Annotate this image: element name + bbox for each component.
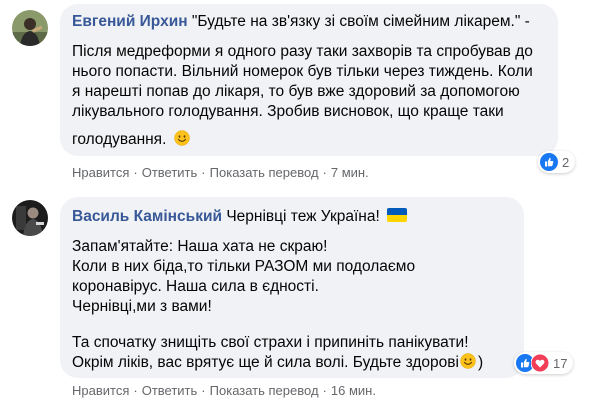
comment-text-line: голодування. <box>72 130 190 150</box>
comment-bubble: Василь Камінський Чернівці теж Україна! … <box>60 197 524 378</box>
love-icon <box>531 354 549 372</box>
avatar[interactable] <box>12 10 48 46</box>
separator: · <box>322 165 327 180</box>
comment-text-line: Запам'ятайте: Наша хата не скраю! <box>72 238 328 255</box>
comment-header-text: Чернівці теж Україна! <box>226 208 380 225</box>
comment-header: Василь Камінський Чернівці теж Україна! <box>72 207 408 227</box>
comment-text-line: Після медреформи я одного разу таки захв… <box>72 43 533 60</box>
translate-button[interactable]: Показать перевод <box>210 383 319 398</box>
like-icon <box>540 153 558 171</box>
reactions-summary[interactable]: 17 <box>514 352 574 374</box>
comment-text-fragment: Окрім ліків, вас врятує ще й сила волі. … <box>72 354 459 371</box>
comment-bubble: Евгений Ирхин "Будьте на зв'язку зі свої… <box>60 4 558 156</box>
comment-header-text: "Будьте на зв'язку зі своїм сімейним лік… <box>191 13 530 30</box>
comment-author[interactable]: Василь Камінський <box>72 208 222 225</box>
separator: · <box>133 165 138 180</box>
separator: · <box>201 165 206 180</box>
comment-text-line: Коли в них біда,то тільки РАЗОМ ми подол… <box>72 258 416 275</box>
comment-text-line: коронавірус. Наша сила в єдності. <box>72 278 319 295</box>
reactions-summary[interactable]: 2 <box>538 151 576 173</box>
translate-button[interactable]: Показать перевод <box>210 165 319 180</box>
comment-header: Евгений Ирхин "Будьте на зв'язку зі свої… <box>72 12 530 32</box>
comment-actions: Нравится · Ответить · Показать перевод · 7 мин… <box>72 165 369 181</box>
like-button[interactable]: Нравится <box>72 383 129 398</box>
comment-text-line: Окрім ліків, вас врятує ще й сила волі. … <box>72 353 483 373</box>
comments-section: Евгений Ирхин "Будьте на зв'язку зі свої… <box>0 0 612 411</box>
reply-button[interactable]: Ответить <box>142 383 198 398</box>
comment-text-fragment: ) <box>477 354 484 371</box>
comment-author[interactable]: Евгений Ирхин <box>72 13 188 30</box>
ukraine-flag-icon <box>387 208 408 222</box>
timestamp[interactable]: 16 мин. <box>331 383 376 398</box>
comment-text-fragment: голодування. <box>72 131 167 148</box>
smile-emoji-icon <box>460 353 476 369</box>
separator: · <box>133 383 138 398</box>
like-button[interactable]: Нравится <box>72 165 129 180</box>
comment-text-line: я нарешті попав до лікаря, то був вже зд… <box>72 83 520 100</box>
avatar[interactable] <box>12 200 48 236</box>
reaction-count: 17 <box>553 355 568 371</box>
comment-text-line: Чернівці,ми з вами! <box>72 298 212 315</box>
timestamp[interactable]: 7 мин. <box>331 165 369 180</box>
smile-emoji-icon <box>173 130 190 146</box>
reply-button[interactable]: Ответить <box>142 165 198 180</box>
separator: · <box>322 383 327 398</box>
comment-text-line: нього попасти. Вільний номерок був тільк… <box>72 63 533 80</box>
separator: · <box>201 383 206 398</box>
reaction-count: 2 <box>562 154 570 170</box>
comment-text-line: лікувального голодування. Зробив висново… <box>72 103 504 120</box>
comment-text-line: Та спочатку знищіть свої страхи і припин… <box>72 334 469 351</box>
comment-actions: Нравится · Ответить · Показать перевод · 16 ми… <box>72 383 376 399</box>
